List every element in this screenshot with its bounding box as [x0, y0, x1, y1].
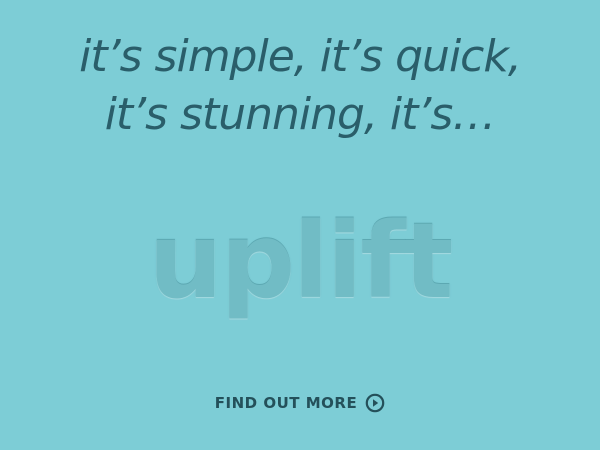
- tagline: it’s simple, it’s quick, it’s stunning, …: [0, 28, 600, 144]
- tagline-line-2: it’s stunning, it’s…: [104, 89, 497, 140]
- play-circle-icon: [365, 393, 385, 413]
- find-out-more-link[interactable]: FIND OUT MORE: [0, 391, 600, 415]
- find-out-more-label: FIND OUT MORE: [214, 394, 358, 412]
- hero-banner: it’s simple, it’s quick, it’s stunning, …: [0, 0, 600, 450]
- uplift-wordmark: uplift: [148, 200, 454, 322]
- tagline-line-1: it’s simple, it’s quick,: [79, 31, 522, 82]
